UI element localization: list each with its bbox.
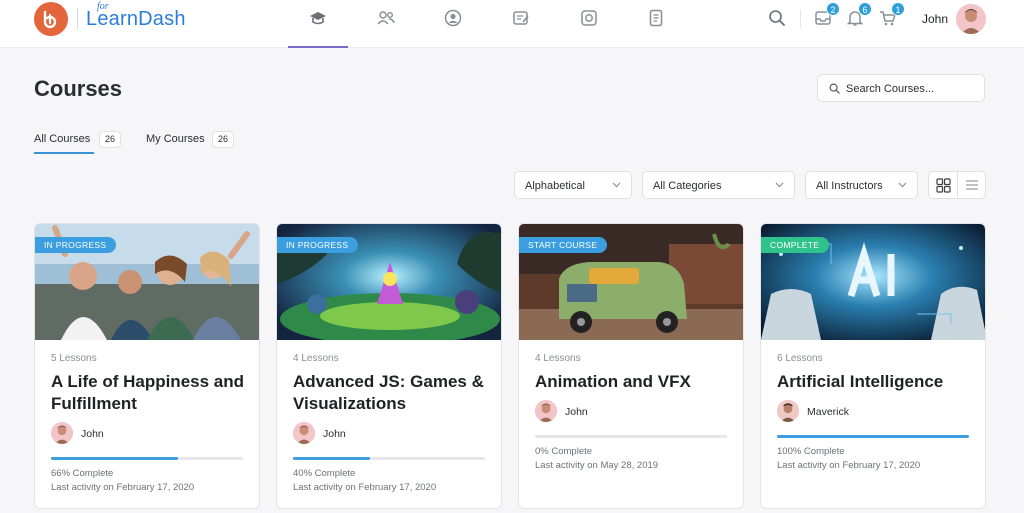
progress-label: 0% Complete (535, 446, 593, 457)
author-avatar[interactable] (535, 400, 557, 422)
course-card[interactable]: In Progress 5 Lessons A Life of Happines… (34, 223, 260, 509)
course-thumbnail[interactable]: Complete (761, 224, 985, 340)
course-status-ribbon: In Progress (277, 237, 359, 253)
lesson-count: 6 Lessons (777, 353, 823, 364)
course-title[interactable]: A Life of Happiness and Fulfillment (51, 371, 251, 415)
inbox-button[interactable]: 2 (813, 2, 840, 28)
author-avatar[interactable] (293, 422, 315, 444)
category-select-value: All Categories (653, 180, 722, 192)
tab-my-courses[interactable]: My Courses (146, 133, 205, 145)
user-name[interactable]: John (922, 12, 948, 26)
course-title[interactable]: Advanced JS: Games & Visualizations (293, 371, 493, 415)
order-select[interactable]: Alphabetical (514, 171, 632, 199)
users-icon[interactable] (376, 8, 396, 28)
inbox-badge: 2 (826, 2, 840, 16)
course-status-ribbon: Start Course (519, 237, 608, 253)
progress-label: 40% Complete (293, 468, 356, 479)
notifications-button[interactable]: 6 (845, 2, 872, 28)
author-name[interactable]: John (565, 406, 588, 418)
last-activity: Last activity on May 28, 2019 (535, 460, 659, 471)
search-courses-box[interactable] (817, 74, 985, 102)
progress-fill (293, 457, 370, 460)
instructor-select[interactable]: All Instructors (805, 171, 918, 199)
course-progress-bar (535, 435, 727, 438)
progress-fill (777, 435, 969, 438)
author-name[interactable]: John (323, 428, 346, 440)
course-thumbnail[interactable]: In Progress (277, 224, 501, 340)
progress-label: 66% Complete (51, 468, 114, 479)
chevron-down-icon (775, 182, 784, 188)
course-card[interactable]: Complete 6 Lessons Artificial Intelligen… (760, 223, 986, 509)
author-avatar[interactable] (51, 422, 73, 444)
author-name[interactable]: Maverick (807, 406, 849, 418)
last-activity: Last activity on February 17, 2020 (293, 482, 437, 493)
edit-note-icon[interactable] (511, 8, 531, 28)
grid-view-button[interactable] (929, 172, 958, 198)
list-view-button[interactable] (958, 172, 986, 198)
grid-view-icon (936, 178, 951, 193)
cart-button[interactable]: 1 (878, 2, 905, 28)
lesson-count: 5 Lessons (51, 353, 97, 364)
course-card[interactable]: Start Course 4 Lessons Animation and VFX… (518, 223, 744, 509)
progress-label: 100% Complete (777, 446, 845, 457)
cart-badge: 1 (891, 2, 905, 16)
order-select-value: Alphabetical (525, 180, 585, 192)
document-icon[interactable] (646, 8, 666, 28)
page-title: Courses (34, 76, 123, 101)
top-navigation-bar: for LearnDash 2 6 1 John (0, 0, 1024, 48)
author-avatar[interactable] (777, 400, 799, 422)
lesson-count: 4 Lessons (293, 353, 339, 364)
course-progress-bar (51, 457, 243, 460)
active-nav-indicator (288, 46, 348, 48)
author-name[interactable]: John (81, 428, 104, 440)
active-tab-indicator (34, 152, 94, 154)
logo-divider (77, 8, 78, 30)
lesson-count: 4 Lessons (535, 353, 581, 364)
last-activity: Last activity on February 17, 2020 (777, 460, 921, 471)
course-thumbnail[interactable]: Start Course (519, 224, 743, 340)
all-courses-count: 26 (99, 131, 122, 148)
graduation-cap-icon[interactable] (308, 8, 328, 28)
chevron-down-icon (898, 182, 907, 188)
course-title[interactable]: Artificial Intelligence (777, 371, 977, 393)
list-view-icon (966, 180, 978, 190)
course-progress-bar (293, 457, 485, 460)
search-icon (829, 83, 840, 94)
notifications-badge: 6 (858, 2, 872, 16)
photo-icon[interactable] (579, 8, 599, 28)
search-courses-input[interactable] (846, 80, 980, 97)
buddyboss-logo-icon[interactable] (34, 2, 68, 36)
learndash-logo-text[interactable]: LearnDash (86, 8, 186, 31)
search-icon[interactable] (767, 8, 787, 28)
category-select[interactable]: All Categories (642, 171, 795, 199)
course-thumbnail[interactable]: In Progress (35, 224, 259, 340)
progress-fill (51, 457, 178, 460)
course-card[interactable]: In Progress 4 Lessons Advanced JS: Games… (276, 223, 502, 509)
view-toggle (928, 171, 986, 199)
tab-all-courses[interactable]: All Courses (34, 133, 90, 145)
user-avatar[interactable] (956, 4, 986, 34)
header-divider (800, 10, 801, 28)
instructor-select-value: All Instructors (816, 180, 883, 192)
course-progress-bar (777, 435, 969, 438)
last-activity: Last activity on February 17, 2020 (51, 482, 195, 493)
course-title[interactable]: Animation and VFX (535, 371, 735, 393)
my-courses-count: 26 (212, 131, 235, 148)
chevron-down-icon (612, 182, 621, 188)
course-status-ribbon: Complete (761, 237, 830, 253)
profile-icon[interactable] (443, 8, 463, 28)
course-status-ribbon: In Progress (35, 237, 117, 253)
